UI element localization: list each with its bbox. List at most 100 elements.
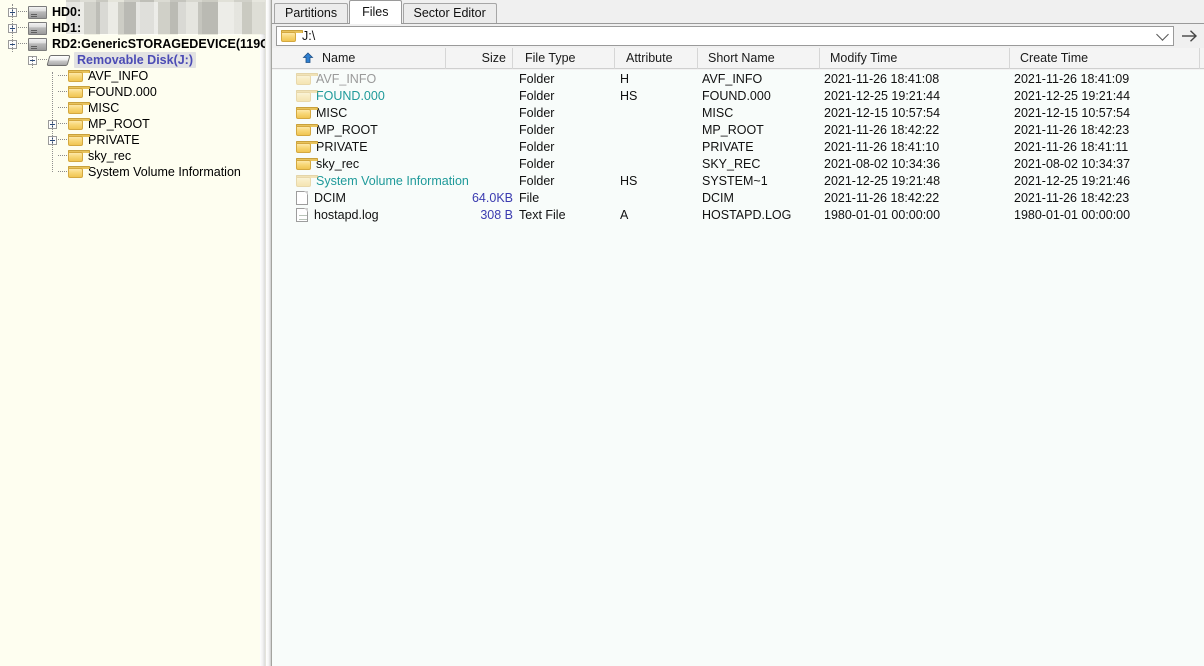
cell-attr: H (620, 71, 630, 86)
cell-attr: HS (620, 173, 638, 188)
tree-connector (58, 139, 67, 141)
file-name-label: FOUND.000 (316, 88, 385, 103)
cell-modify: 1980-01-01 00:00:00 (824, 207, 941, 222)
folder-icon (296, 106, 318, 119)
column-header-attr[interactable]: Attribute (620, 48, 698, 69)
folder-icon (296, 72, 318, 85)
tree-item-sky_rec[interactable]: sky_rec (48, 148, 131, 164)
address-bar: J:\ (272, 24, 1204, 48)
file-name-label: DCIM (314, 190, 346, 205)
tree-item-hd1[interactable]: HD1: (8, 20, 81, 36)
arrow-right-icon[interactable] (1178, 26, 1200, 46)
cell-attr: HS (620, 88, 638, 103)
folder-icon (68, 102, 90, 114)
column-header-size[interactable]: Size (455, 48, 513, 69)
tree-connector (18, 27, 27, 29)
cell-type: Folder (519, 173, 555, 188)
disk-icon (28, 5, 47, 19)
tab-partitions[interactable]: Partitions (274, 3, 349, 23)
cell-modify: 2021-12-25 19:21:44 (824, 88, 941, 103)
disk-icon (28, 37, 47, 51)
tab-sector-editor[interactable]: Sector Editor (402, 3, 497, 23)
tree-item-systemvolumeinformation[interactable]: System Volume Information (48, 164, 241, 180)
removable-disk-icon (46, 54, 71, 66)
column-header-type[interactable]: File Type (519, 48, 615, 69)
table-row[interactable]: MP_ROOT Folder MP_ROOT 2021-11-26 18:42:22 2… (272, 121, 1204, 138)
column-header-modify[interactable]: Modify Time (824, 48, 1010, 69)
folder-icon (296, 123, 318, 136)
text-file-icon (296, 207, 308, 222)
content-panel: Partitions Files Sector Editor J:\ Name Siz… (272, 0, 1204, 666)
tree-item-misc[interactable]: MISC (48, 100, 119, 116)
cell-create: 2021-08-02 10:34:37 (1014, 156, 1131, 171)
table-row[interactable]: System Volume Information Folder HS SYSTEM~… (272, 172, 1204, 189)
folder-icon (68, 86, 90, 98)
cell-type: Folder (519, 139, 555, 154)
tree-item-private[interactable]: PRIVATE (48, 132, 140, 148)
cell-type: Folder (519, 88, 555, 103)
column-header-name[interactable]: Name (296, 48, 446, 69)
tree-panel-scroll-edge[interactable] (260, 0, 265, 666)
cell-modify: 2021-11-26 18:41:10 (824, 139, 940, 154)
cell-attr: A (620, 207, 629, 222)
tree-item-found.000[interactable]: FOUND.000 (48, 84, 157, 100)
file-name-label: MP_ROOT (316, 122, 378, 137)
file-name-label: System Volume Information (316, 173, 469, 188)
cell-modify: 2021-12-15 10:57:54 (824, 105, 941, 120)
chevron-down-icon[interactable] (1156, 28, 1169, 41)
tree-connector (18, 11, 27, 13)
device-tree-panel[interactable]: HD0: HD1: RD2:GenericSTORAGEDEVICE(119GB) R… (0, 0, 266, 666)
tree-item-removablediskj[interactable]: Removable Disk(J:) (28, 52, 197, 68)
cell-size: 64.0KB (471, 190, 513, 205)
cell-short: PRIVATE (702, 139, 754, 154)
tree-item-rd2genericstoragedevice119gb[interactable]: RD2:GenericSTORAGEDEVICE(119GB) (8, 36, 265, 52)
table-row[interactable]: FOUND.000 Folder HS FOUND.000 2021-12-25 19:… (272, 87, 1204, 104)
cell-name: System Volume Information (296, 174, 469, 188)
cell-name: DCIM (296, 190, 346, 205)
cell-type: Folder (519, 105, 555, 120)
tree-connector (58, 75, 67, 77)
cell-modify: 2021-11-26 18:42:22 (824, 190, 940, 205)
tree-item-label: HD1: (52, 21, 82, 35)
folder-icon (68, 70, 90, 82)
folder-icon (68, 118, 90, 130)
file-list-header[interactable]: Name Size File Type Attribute Short Name Modi… (272, 48, 1204, 69)
cell-name: FOUND.000 (296, 89, 385, 103)
tree-item-hd0[interactable]: HD0: (8, 4, 81, 20)
tab-files[interactable]: Files (349, 0, 402, 24)
cell-type: Text File (519, 207, 566, 222)
cell-type: Folder (519, 71, 555, 86)
cell-create: 2021-11-26 18:42:23 (1014, 122, 1130, 137)
cell-modify: 2021-11-26 18:41:08 (824, 71, 940, 86)
cell-modify: 2021-11-26 18:42:22 (824, 122, 940, 137)
tree-item-label: HD0: (52, 5, 82, 19)
tree-item-avf_info[interactable]: AVF_INFO (48, 68, 148, 84)
table-row[interactable]: DCIM 64.0KB File DCIM 2021-11-26 18:42:22 202… (272, 189, 1204, 206)
file-list-body[interactable]: AVF_INFO Folder H AVF_INFO 2021-11-26 18:41:… (272, 70, 1204, 666)
cell-type: Folder (519, 122, 555, 137)
tree-item-label: Removable Disk(J:) (74, 52, 197, 68)
column-header-label: File Type (525, 51, 576, 65)
folder-icon (296, 89, 318, 102)
tree-connector (58, 123, 67, 125)
cell-create: 2021-11-26 18:41:09 (1014, 71, 1130, 86)
tree-item-mp_root[interactable]: MP_ROOT (48, 116, 150, 132)
cell-short: SYSTEM~1 (702, 173, 768, 188)
address-input[interactable]: J:\ (276, 26, 1174, 46)
table-row[interactable]: sky_rec Folder SKY_REC 2021-08-02 10:34:36 2… (272, 155, 1204, 172)
tree-item-label: AVF_INFO (88, 69, 149, 83)
cell-create: 2021-12-25 19:21:46 (1014, 173, 1131, 188)
table-row[interactable]: MISC Folder MISC 2021-12-15 10:57:54 2021-12… (272, 104, 1204, 121)
tree-connector (58, 155, 67, 157)
cell-short: MISC (702, 105, 734, 120)
table-row[interactable]: PRIVATE Folder PRIVATE 2021-11-26 18:41:10 2… (272, 138, 1204, 155)
folder-icon (68, 134, 90, 146)
file-name-label: MISC (316, 105, 348, 120)
folder-icon (296, 157, 318, 170)
table-row[interactable]: AVF_INFO Folder H AVF_INFO 2021-11-26 18:41:… (272, 70, 1204, 87)
table-row[interactable]: hostapd.log 308 B Text File A HOSTAPD.LOG 198… (272, 206, 1204, 223)
column-header-create[interactable]: Create Time (1014, 48, 1200, 69)
column-header-label: Modify Time (830, 51, 898, 65)
column-header-short[interactable]: Short Name (702, 48, 820, 69)
cell-short: HOSTAPD.LOG (702, 207, 792, 222)
